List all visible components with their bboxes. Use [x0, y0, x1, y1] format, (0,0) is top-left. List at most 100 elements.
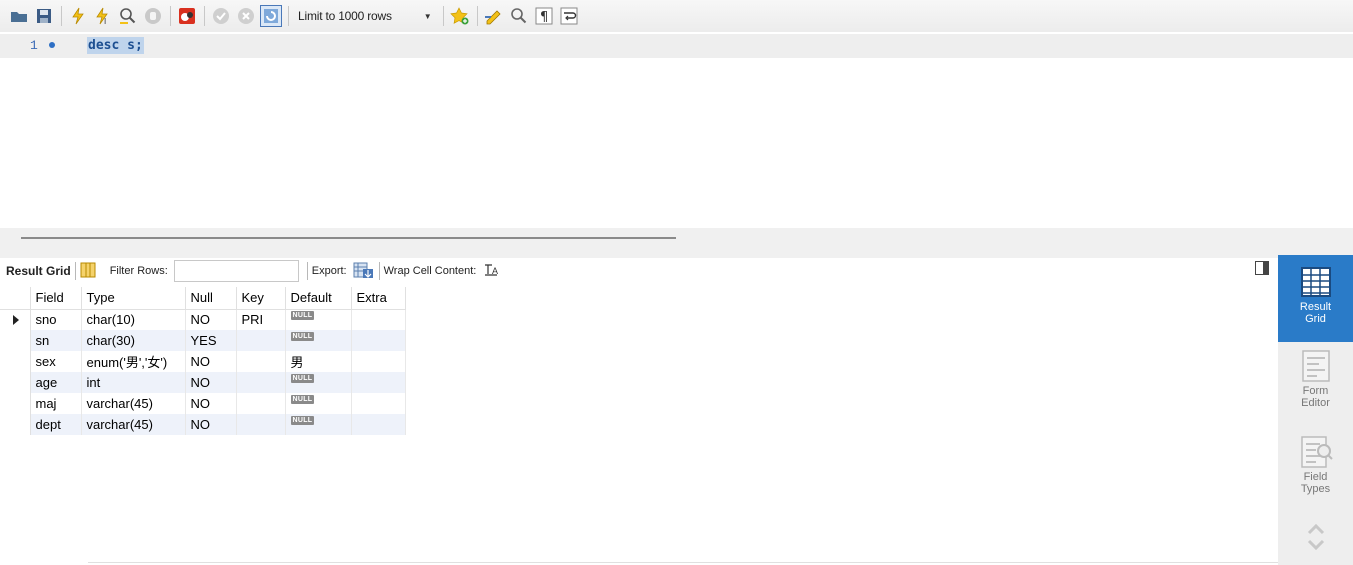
row-header [0, 351, 31, 372]
cell-null[interactable]: NO [185, 393, 237, 414]
cell-type[interactable]: char(30) [81, 330, 186, 351]
cell-extra[interactable] [351, 393, 406, 414]
cell-default[interactable]: NULL [285, 330, 352, 351]
wrap-icon[interactable] [558, 5, 580, 27]
table-row[interactable]: maj varchar(45) NO NULL [0, 393, 406, 414]
column-header-default[interactable]: Default [285, 287, 352, 310]
stop-icon[interactable] [142, 5, 164, 27]
column-header-null[interactable]: Null [185, 287, 237, 310]
cell-key[interactable] [236, 393, 286, 414]
cell-key[interactable] [236, 372, 286, 393]
cell-null[interactable]: NO [185, 309, 237, 330]
cell-null[interactable]: NO [185, 351, 237, 372]
form-editor-tab[interactable]: Form Editor [1278, 347, 1353, 427]
cell-field[interactable]: sex [30, 351, 82, 372]
result-grid-label: Result Grid [6, 264, 71, 278]
limit-rows-select[interactable]: Limit to 1000 rows ▼ [294, 5, 436, 27]
cell-field[interactable]: maj [30, 393, 82, 414]
save-icon[interactable] [33, 5, 55, 27]
cell-extra[interactable] [351, 372, 406, 393]
cell-field[interactable]: dept [30, 414, 82, 435]
sql-code[interactable]: desc s; [87, 37, 144, 54]
table-row[interactable]: sex enum('男','女') NO 男 [0, 351, 406, 372]
cell-key[interactable] [236, 330, 286, 351]
line-number: 1 [30, 38, 38, 53]
caret-right-icon [13, 314, 19, 325]
table-row[interactable]: sn char(30) YES NULL [0, 330, 406, 351]
toggle-error-stop-icon[interactable] [176, 5, 198, 27]
export-icon[interactable] [353, 261, 375, 282]
cell-default[interactable]: NULL [285, 309, 352, 330]
limit-rows-value: Limit to 1000 rows [298, 9, 392, 23]
toolbar-separator [61, 6, 62, 26]
cell-extra[interactable] [351, 414, 406, 435]
cell-key[interactable]: PRI [236, 309, 286, 330]
cell-extra[interactable] [351, 309, 406, 330]
wrap-cell-icon[interactable]: A [484, 263, 498, 280]
folder-open-icon[interactable] [8, 5, 30, 27]
cell-field[interactable]: age [30, 372, 82, 393]
svg-text:I: I [104, 17, 106, 25]
cell-type[interactable]: enum('男','女') [81, 351, 186, 372]
cell-default[interactable]: NULL [285, 393, 352, 414]
result-grid-icon [1299, 263, 1333, 301]
cell-default[interactable]: NULL [285, 414, 352, 435]
beautify-icon[interactable] [483, 5, 505, 27]
toggle-side-panel-icon[interactable] [1255, 261, 1269, 275]
grid-header-row: Field Type Null Key Default Extra [0, 287, 406, 310]
field-types-tab-label-2: Types [1300, 483, 1331, 495]
cell-null[interactable]: NO [185, 414, 237, 435]
invisible-chars-icon[interactable]: ¶ [533, 5, 555, 27]
result-grid-tab[interactable]: Result Grid [1278, 255, 1353, 342]
rollback-icon[interactable] [235, 5, 257, 27]
side-panel-scroll[interactable] [1278, 517, 1353, 557]
cell-key[interactable] [236, 351, 286, 372]
sql-editor[interactable]: 1 desc s; [0, 32, 1353, 228]
editor-result-splitter[interactable] [0, 228, 1353, 258]
find-icon[interactable] [508, 5, 530, 27]
horizontal-scrollbar[interactable] [21, 237, 676, 239]
result-grid-tab-label-2: Grid [1305, 313, 1326, 325]
explain-icon[interactable] [117, 5, 139, 27]
toolbar-separator [204, 6, 205, 26]
cell-type[interactable]: varchar(45) [81, 393, 186, 414]
result-side-panel: Result Grid Form Editor Field Types [1278, 255, 1353, 565]
null-badge: NULL [290, 311, 315, 321]
column-header-field[interactable]: Field [30, 287, 82, 310]
cell-type[interactable]: varchar(45) [81, 414, 186, 435]
bookmark-icon[interactable] [449, 5, 471, 27]
autocommit-icon[interactable] [260, 5, 282, 27]
field-types-icon [1299, 433, 1333, 471]
commit-icon[interactable] [210, 5, 232, 27]
cell-extra[interactable] [351, 330, 406, 351]
filter-rows-input[interactable] [173, 260, 299, 282]
cell-field[interactable]: sno [30, 309, 82, 330]
cell-field[interactable]: sn [30, 330, 82, 351]
table-row[interactable]: dept varchar(45) NO NULL [0, 414, 406, 435]
cell-type[interactable]: int [81, 372, 186, 393]
execute-current-icon[interactable]: I [92, 5, 114, 27]
column-chooser-icon[interactable] [80, 262, 96, 281]
cell-default[interactable]: 男 [285, 351, 352, 372]
toolbar-separator [170, 6, 171, 26]
result-grid[interactable]: Field Type Null Key Default Extra sno ch… [0, 287, 406, 435]
column-header-key[interactable]: Key [236, 287, 286, 310]
cell-null[interactable]: YES [185, 330, 237, 351]
wrap-cell-label: Wrap Cell Content: [383, 265, 477, 277]
result-toolbar: Result Grid Filter Rows: Export: Wrap Ce… [0, 258, 1278, 284]
cell-default[interactable]: NULL [285, 372, 352, 393]
cell-type[interactable]: char(10) [81, 309, 186, 330]
field-types-tab[interactable]: Field Types [1278, 433, 1353, 513]
table-row[interactable]: sno char(10) NO PRI NULL [0, 309, 406, 330]
cell-key[interactable] [236, 414, 286, 435]
table-row[interactable]: age int NO NULL [0, 372, 406, 393]
toolbar-separator [442, 6, 444, 26]
execute-icon[interactable] [67, 5, 89, 27]
cell-extra[interactable] [351, 351, 406, 372]
cell-null[interactable]: NO [185, 372, 237, 393]
row-header [0, 330, 31, 351]
column-header-type[interactable]: Type [81, 287, 186, 310]
form-editor-tab-label-1: Form [1302, 385, 1329, 397]
svg-text:A: A [492, 266, 498, 276]
column-header-extra[interactable]: Extra [351, 287, 406, 310]
